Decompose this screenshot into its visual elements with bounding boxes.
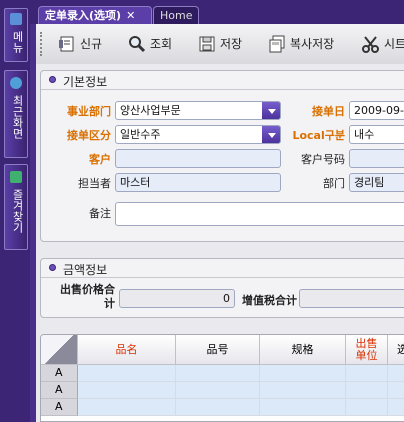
table-cell[interactable] <box>260 399 346 416</box>
tab-order-entry[interactable]: 定单录入(选项) ✕ <box>38 6 152 24</box>
search-icon <box>129 36 146 53</box>
chevron-down-icon[interactable] <box>262 102 280 119</box>
new-button[interactable]: 신규 <box>58 35 108 53</box>
table-cell[interactable] <box>346 399 388 416</box>
order-type-label: 接单区分 <box>67 129 111 142</box>
basic-info-panel: 기본정보 事业部门 양산사업부문 接单日 2009-09-2 接单区分 일반수주… <box>40 70 404 242</box>
dept-field[interactable]: 경리팀 <box>349 173 404 192</box>
section-bullet-icon <box>49 76 56 83</box>
sidebar-item-label: 메뉴 <box>11 31 24 53</box>
amount-info-header: 금액정보 <box>41 259 404 278</box>
section-bullet-icon <box>49 264 56 271</box>
new-document-icon <box>59 36 74 52</box>
table-cell[interactable] <box>388 365 404 382</box>
amount-info-panel: 금액정보 出售价格合 计 0 增值税合计 <box>40 258 404 318</box>
order-items-grid[interactable]: 品名 品号 规格 出售单位 选 A A A <box>40 334 404 422</box>
cut-button[interactable]: 시트 <box>362 35 404 53</box>
save-icon <box>199 36 215 52</box>
menu-icon <box>10 13 22 25</box>
table-cell[interactable] <box>260 382 346 399</box>
tab-home[interactable]: Home <box>153 6 199 24</box>
column-header-item-name[interactable]: 品名 <box>78 335 176 365</box>
scissors-icon <box>362 36 379 53</box>
close-icon[interactable]: ✕ <box>126 9 135 22</box>
column-header-select[interactable]: 选 <box>388 335 404 365</box>
table-cell[interactable] <box>346 365 388 382</box>
left-sidebar: 메뉴 최근화면 즐겨찾기 <box>0 0 30 422</box>
table-cell[interactable] <box>260 365 346 382</box>
note-label: 备注 <box>89 207 111 220</box>
table-cell[interactable] <box>176 365 260 382</box>
sidebar-item-recent[interactable]: 최근화면 <box>4 70 28 158</box>
table-row-header[interactable]: A <box>41 382 78 399</box>
column-header-item-no[interactable]: 品号 <box>176 335 260 365</box>
local-type-select[interactable]: 내수 <box>349 125 404 144</box>
sales-total-label: 出售价格合 计 <box>60 283 115 310</box>
table-cell[interactable] <box>78 365 176 382</box>
chevron-down-icon[interactable] <box>262 126 280 143</box>
table-cell[interactable] <box>388 399 404 416</box>
amount-info-title: 금액정보 <box>63 263 108 277</box>
favorites-icon <box>10 171 22 183</box>
sidebar-item-label: 최근화면 <box>11 95 24 139</box>
tab-label: Home <box>160 9 193 22</box>
vat-total-label: 增值税合计 <box>242 294 297 307</box>
save-button[interactable]: 저장 <box>198 35 248 53</box>
search-button[interactable]: 조회 <box>128 35 178 53</box>
business-dept-select[interactable]: 양산사업부문 <box>115 101 281 120</box>
grid-corner[interactable] <box>41 335 78 365</box>
table-cell[interactable] <box>78 382 176 399</box>
manager-field[interactable]: 마스터 <box>115 173 281 192</box>
basic-info-header: 기본정보 <box>41 71 404 90</box>
order-type-select[interactable]: 일반수주 <box>115 125 281 144</box>
table-row-header[interactable]: A <box>41 399 78 416</box>
customer-label: 客户 <box>89 153 111 166</box>
customer-field[interactable] <box>115 149 281 168</box>
table-row-header[interactable]: A <box>41 365 78 382</box>
toolbar-grip[interactable] <box>40 32 46 56</box>
tab-label: 定单录入(选项) <box>45 9 122 22</box>
order-date-field[interactable]: 2009-09-2 <box>349 101 404 120</box>
copy-save-icon <box>269 35 285 53</box>
sales-total-field[interactable]: 0 <box>119 289 235 308</box>
local-type-label: Local구분 <box>292 129 345 142</box>
customer-no-field[interactable] <box>349 149 404 168</box>
business-dept-label: 事业部门 <box>67 105 111 118</box>
column-header-sales-unit[interactable]: 出售单位 <box>346 335 388 365</box>
copy-save-button[interactable]: 복사저장 <box>268 35 342 53</box>
manager-label: 担当者 <box>78 177 111 190</box>
customer-no-label: 客户号码 <box>301 153 345 166</box>
main-content: 기본정보 事业部门 양산사업부문 接单日 2009-09-2 接单区分 일반수주… <box>36 64 404 422</box>
order-date-label: 接单日 <box>312 105 345 118</box>
sidebar-item-favorites[interactable]: 즐겨찾기 <box>4 164 28 250</box>
vat-total-field[interactable] <box>299 289 404 308</box>
recent-screen-icon <box>10 77 22 89</box>
table-cell[interactable] <box>78 399 176 416</box>
tab-bar: 定单录入(选项) ✕ Home <box>30 0 404 24</box>
sidebar-item-menu[interactable]: 메뉴 <box>4 8 28 62</box>
basic-info-title: 기본정보 <box>63 75 108 89</box>
table-cell[interactable] <box>388 382 404 399</box>
table-cell[interactable] <box>176 382 260 399</box>
table-cell[interactable] <box>346 382 388 399</box>
table-cell[interactable] <box>176 399 260 416</box>
dept-label: 部门 <box>323 177 345 190</box>
sidebar-item-label: 즐겨찾기 <box>11 189 24 233</box>
column-header-spec[interactable]: 规格 <box>260 335 346 365</box>
toolbar: 신규 조회 저장 복사저장 시트 <box>36 24 404 65</box>
note-field[interactable] <box>115 202 404 226</box>
